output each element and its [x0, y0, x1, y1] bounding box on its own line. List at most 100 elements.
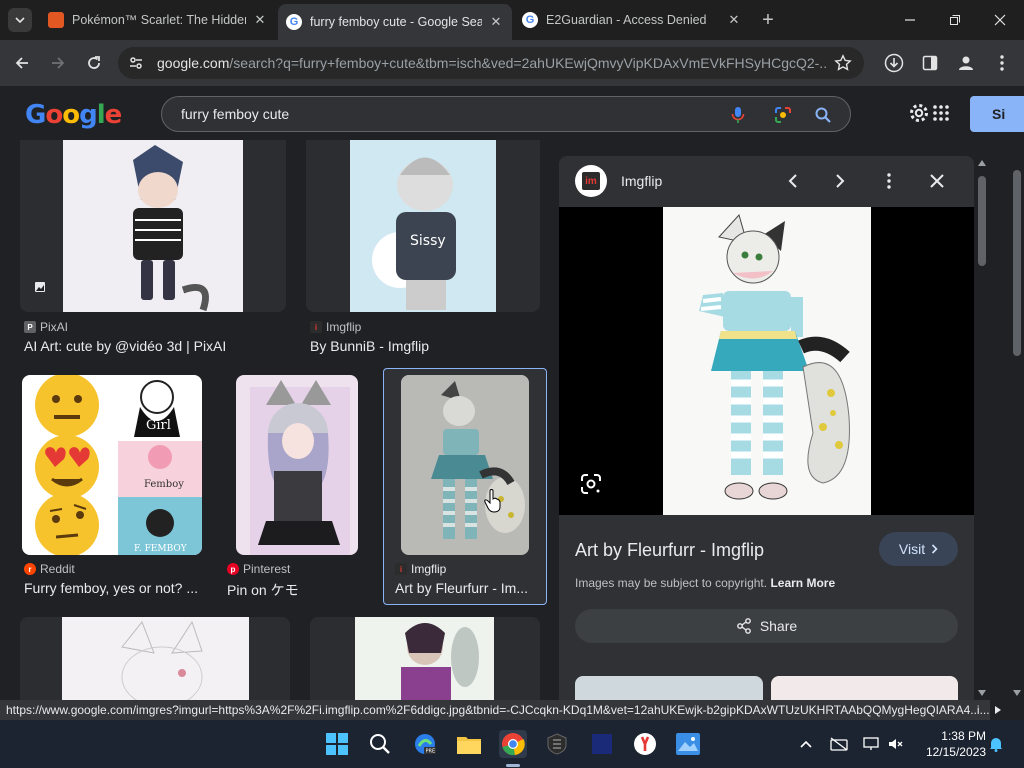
file-explorer-app[interactable] — [455, 730, 483, 758]
imgflip-logo[interactable]: im — [575, 165, 607, 197]
lens-icon[interactable] — [773, 105, 793, 125]
result-source-name: Pinterest — [243, 562, 291, 576]
taskbar-search-button[interactable] — [366, 730, 394, 758]
panel-scrollbar-thumb[interactable] — [978, 176, 986, 266]
browser-toolbar: google.com/search?q=furry+femboy+cute&tb… — [0, 40, 1024, 86]
scroll-right-icon — [995, 706, 1001, 714]
search-box[interactable]: furry femboy cute — [161, 96, 851, 132]
browser-menu-button[interactable] — [990, 51, 1014, 75]
photos-app[interactable] — [674, 730, 702, 758]
new-tab-button[interactable]: + — [758, 10, 778, 30]
google-logo[interactable]: Google — [25, 100, 122, 130]
close-tab-icon[interactable]: ✕ — [488, 14, 504, 30]
yandex-app[interactable] — [631, 730, 659, 758]
back-button[interactable] — [10, 51, 34, 75]
system-clock[interactable]: 1:38 PM 12/15/2023 — [916, 728, 986, 760]
preview-image[interactable] — [663, 207, 871, 515]
previous-button[interactable] — [781, 169, 805, 193]
minimize-button[interactable] — [898, 8, 922, 32]
monitor-icon — [863, 737, 879, 750]
result-image-5[interactable] — [401, 375, 529, 555]
result-image-2[interactable]: Sissy — [306, 140, 540, 312]
volume-control[interactable] — [887, 735, 905, 753]
minimize-icon — [905, 19, 915, 21]
game-icon — [48, 12, 64, 28]
result-image-7[interactable] — [310, 617, 540, 700]
hscroll-button[interactable] — [990, 700, 1006, 720]
yandex-icon — [634, 733, 656, 755]
result-image-6[interactable] — [20, 617, 290, 700]
close-tab-icon[interactable]: ✕ — [252, 12, 268, 28]
result-source: i Imgflip — [310, 320, 361, 334]
gear-icon[interactable] — [908, 102, 930, 124]
lens-search-icon[interactable] — [579, 472, 603, 496]
close-panel-button[interactable] — [925, 169, 949, 193]
related-image-1[interactable] — [575, 676, 763, 700]
share-button[interactable]: Share — [575, 609, 958, 643]
restore-button[interactable] — [943, 8, 967, 32]
panel-scrollbar[interactable] — [974, 156, 990, 700]
result-caption[interactable]: By BunniB - Imgflip — [310, 338, 540, 354]
chrome-app[interactable] — [499, 730, 527, 758]
page-scrollbar-thumb[interactable] — [1013, 170, 1021, 356]
preview-title[interactable]: Art by Fleurfurr - Imgflip — [575, 540, 764, 561]
start-button[interactable] — [323, 730, 351, 758]
pixai-icon: P — [24, 321, 36, 333]
star-icon[interactable] — [834, 54, 852, 72]
result-caption[interactable]: Art by Fleurfurr - Im... — [395, 580, 535, 596]
related-image-2[interactable] — [771, 676, 958, 700]
address-bar[interactable]: google.com/search?q=furry+femboy+cute&tb… — [118, 47, 864, 79]
network-status[interactable] — [830, 735, 848, 753]
more-options-button[interactable] — [877, 169, 901, 193]
chrome-active-indicator — [506, 764, 520, 767]
result-image-1[interactable] — [20, 140, 286, 312]
tab-google-search[interactable]: G furry femboy cute - Google Sea ✕ — [278, 4, 512, 40]
next-button[interactable] — [828, 169, 852, 193]
preview-image-area — [559, 207, 974, 515]
show-hidden-icons[interactable] — [797, 735, 815, 753]
result-caption[interactable]: Furry femboy, yes or not? ... — [24, 580, 204, 596]
side-panel-button[interactable] — [918, 51, 942, 75]
learn-more-link[interactable]: Learn More — [770, 576, 835, 590]
chevron-up-icon — [800, 740, 812, 748]
reload-button[interactable] — [82, 51, 106, 75]
search-input[interactable]: furry femboy cute — [181, 106, 289, 122]
page-scrollbar[interactable] — [1010, 140, 1024, 700]
profile-button[interactable] — [954, 51, 978, 75]
game-launcher-app[interactable] — [543, 730, 571, 758]
downloads-button[interactable] — [882, 51, 906, 75]
tab-pokemon[interactable]: Pokémon™ Scarlet: The Hidden ✕ — [40, 5, 276, 35]
chevron-left-icon — [788, 174, 797, 188]
tab-e2guardian[interactable]: G E2Guardian - Access Denied ✕ — [514, 5, 750, 35]
scroll-up-icon[interactable] — [978, 160, 986, 166]
result-caption[interactable]: Pin on ケモ — [227, 580, 367, 600]
chrome-icon — [502, 733, 525, 756]
visit-button[interactable]: Visit — [879, 532, 958, 566]
search-icon[interactable] — [813, 105, 833, 125]
scroll-down-icon[interactable] — [978, 690, 986, 696]
close-tab-icon[interactable]: ✕ — [726, 12, 742, 28]
notifications-button[interactable] — [987, 735, 1005, 753]
restore-icon — [950, 15, 960, 25]
url-text[interactable]: google.com/search?q=furry+femboy+cute&tb… — [157, 55, 827, 71]
image-thumbnail — [62, 617, 249, 700]
result-caption[interactable]: AI Art: cute by @vidéo 3d | PixAI — [24, 338, 286, 354]
display-settings[interactable] — [862, 735, 880, 753]
close-window-button[interactable] — [988, 8, 1012, 32]
result-image-3[interactable]: Girl Femboy F. FEMBOY — [22, 375, 202, 555]
app-icon — [592, 734, 612, 754]
result-image-4[interactable] — [236, 375, 358, 555]
chevron-right-icon — [932, 544, 938, 554]
panel-site-name[interactable]: Imgflip — [621, 173, 662, 189]
apps-grid-icon[interactable] — [932, 104, 950, 122]
edge-dev-app[interactable]: PRE — [411, 730, 439, 758]
microphone-icon[interactable] — [728, 105, 748, 125]
result-source-name: Reddit — [40, 562, 75, 576]
site-info-icon[interactable] — [128, 55, 144, 71]
forward-button[interactable] — [46, 51, 70, 75]
app-blue-square[interactable] — [588, 730, 616, 758]
mouse-cursor-icon — [484, 489, 501, 513]
sign-in-button[interactable]: Si — [970, 96, 1024, 132]
tab-search-button[interactable] — [8, 8, 32, 32]
page-scroll-down-icon[interactable] — [1013, 690, 1021, 696]
